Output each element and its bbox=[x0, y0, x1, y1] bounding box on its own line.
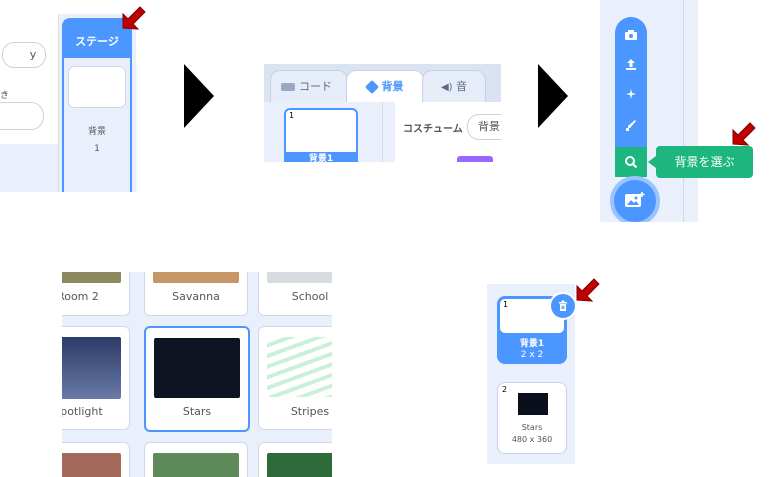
camera-icon[interactable] bbox=[615, 21, 647, 49]
list-scrollbar[interactable] bbox=[382, 102, 395, 162]
backdrop-tile-school[interactable]: School bbox=[258, 272, 332, 316]
backdrop-tile-savanna[interactable]: Savanna bbox=[144, 272, 248, 316]
paint-tool-swatch[interactable] bbox=[457, 156, 493, 162]
backdrop-name: Spotlight bbox=[62, 405, 103, 418]
backdrop-tile-brick[interactable] bbox=[62, 442, 130, 477]
backdrop-thumbnail bbox=[153, 453, 239, 477]
item-size: 480 x 360 bbox=[511, 435, 553, 444]
surprise-icon[interactable] bbox=[615, 81, 647, 109]
backdrop-thumbnail bbox=[62, 453, 121, 477]
next-step-arrow-icon bbox=[538, 64, 568, 128]
sprite-info-area: y き bbox=[0, 14, 59, 192]
backdrop-thumbnail bbox=[62, 337, 121, 399]
red-pointer-arrow-icon bbox=[732, 122, 756, 146]
side-strip bbox=[683, 0, 698, 222]
backdrop-tile-spotlight[interactable]: Spotlight bbox=[62, 326, 130, 430]
backdrop-library-snippet: Room 2 Savanna School Spotlight Stars St… bbox=[62, 272, 332, 477]
upload-icon[interactable] bbox=[615, 51, 647, 79]
brush-icon bbox=[364, 79, 379, 95]
search-icon[interactable] bbox=[615, 147, 647, 177]
backdrop-thumbnail bbox=[154, 338, 240, 398]
text-field[interactable] bbox=[0, 102, 44, 130]
backdrop-tile-forest[interactable] bbox=[144, 442, 248, 477]
backdrops-count: 1 bbox=[94, 144, 100, 154]
backdrop-thumbnail bbox=[62, 272, 121, 283]
costume-name-field[interactable]: 背景 bbox=[467, 114, 501, 140]
item-number: 2 bbox=[502, 385, 508, 394]
backdrop-card[interactable]: 1 背景1 bbox=[284, 108, 358, 162]
red-pointer-arrow-icon bbox=[122, 6, 146, 30]
next-step-arrow-icon bbox=[184, 64, 214, 128]
card-name: 背景1 bbox=[286, 152, 356, 162]
backdrop-thumbnail bbox=[267, 337, 332, 397]
tab-code[interactable]: コード bbox=[270, 70, 348, 104]
stage-thumbnail bbox=[68, 66, 126, 108]
field-label-snippet: き bbox=[0, 91, 10, 101]
backdrops-label: 背景 bbox=[87, 127, 106, 137]
editor-tabs-snippet: コード 背景 ◀) 音 1 背景1 コスチューム 背景 bbox=[264, 64, 501, 162]
trash-icon bbox=[559, 300, 567, 311]
paint-icon[interactable] bbox=[615, 111, 647, 139]
speaker-icon: ◀) bbox=[440, 82, 453, 93]
code-icon bbox=[281, 83, 295, 91]
tab-backdrops[interactable]: 背景 bbox=[346, 70, 424, 103]
backdrop-list: 1 背景1 bbox=[264, 102, 382, 162]
tab-bar: コード 背景 ◀) 音 bbox=[264, 64, 501, 104]
costume-label: コスチューム bbox=[403, 124, 463, 135]
choose-backdrop-button[interactable] bbox=[610, 176, 660, 222]
item-size: 2 x 2 bbox=[520, 350, 544, 360]
stage-selector[interactable]: ステージ 背景 1 bbox=[62, 18, 132, 192]
divider-band bbox=[0, 144, 58, 192]
backdrop-tile-room2[interactable]: Room 2 bbox=[62, 272, 130, 316]
stage-panel-snippet: y き ステージ 背景 1 bbox=[0, 14, 136, 192]
choose-backdrop-menu-snippet bbox=[600, 0, 698, 222]
costume-editor-header: コスチューム 背景 bbox=[395, 102, 501, 162]
backdrop-tile-stars[interactable]: Stars bbox=[144, 326, 250, 432]
backdrop-tile-stripes[interactable]: Stripes bbox=[258, 326, 332, 430]
item-number: 1 bbox=[503, 300, 509, 309]
backdrop-thumbnail bbox=[518, 393, 548, 415]
item-name: Stars bbox=[521, 423, 543, 432]
backdrop-name: Stripes bbox=[290, 405, 330, 418]
backdrop-name: Savanna bbox=[172, 290, 220, 303]
backdrop-name: School bbox=[291, 290, 329, 303]
y-field[interactable]: y bbox=[2, 42, 46, 68]
backdrop-thumbnail bbox=[267, 453, 332, 477]
choose-backdrop-tooltip: 背景を選ぶ bbox=[648, 146, 753, 178]
backdrop-item-2[interactable]: 2 Stars 480 x 360 bbox=[497, 382, 567, 454]
backdrop-thumbnail bbox=[153, 272, 239, 283]
backdrop-menu bbox=[615, 17, 647, 177]
backdrop-name: Stars bbox=[182, 405, 212, 418]
backdrop-tile-theater[interactable] bbox=[258, 442, 332, 477]
backdrop-thumbnail bbox=[267, 272, 332, 283]
backdrop-name: Room 2 bbox=[62, 290, 99, 303]
choose-backdrop-icon bbox=[625, 192, 645, 207]
card-number: 1 bbox=[289, 111, 295, 120]
tab-sounds[interactable]: ◀) 音 bbox=[422, 70, 486, 104]
red-pointer-arrow-icon bbox=[576, 278, 600, 302]
item-name: 背景1 bbox=[519, 339, 545, 349]
